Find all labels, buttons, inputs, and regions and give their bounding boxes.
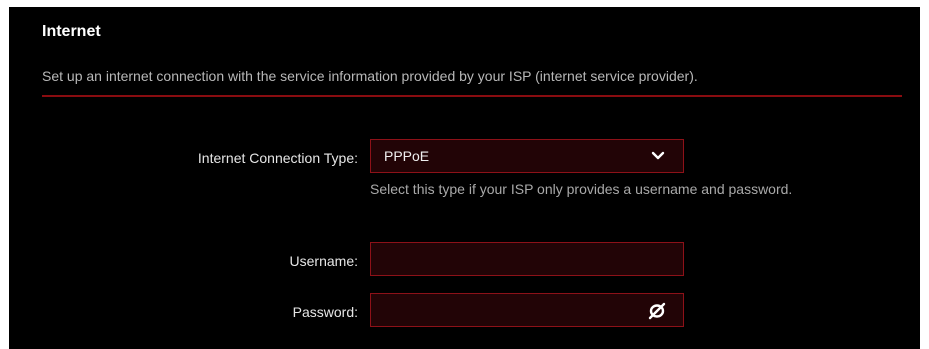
connection-type-select[interactable]: PPPoE (370, 139, 684, 173)
section-title: Internet (42, 23, 101, 40)
password-field[interactable] (370, 293, 684, 327)
username-label: Username: (289, 253, 358, 269)
eye-slash-icon[interactable] (648, 302, 666, 320)
connection-type-hint: Select this type if your ISP only provid… (370, 181, 793, 197)
chevron-down-icon (651, 151, 665, 160)
section-description: Set up an internet connection with the s… (42, 68, 698, 84)
username-input[interactable] (370, 242, 684, 276)
connection-type-label: Internet Connection Type: (197, 150, 358, 166)
internet-settings-panel: Internet Set up an internet connection w… (9, 7, 920, 349)
section-divider (42, 95, 902, 97)
password-label: Password: (292, 304, 358, 320)
connection-type-value: PPPoE (384, 148, 430, 164)
